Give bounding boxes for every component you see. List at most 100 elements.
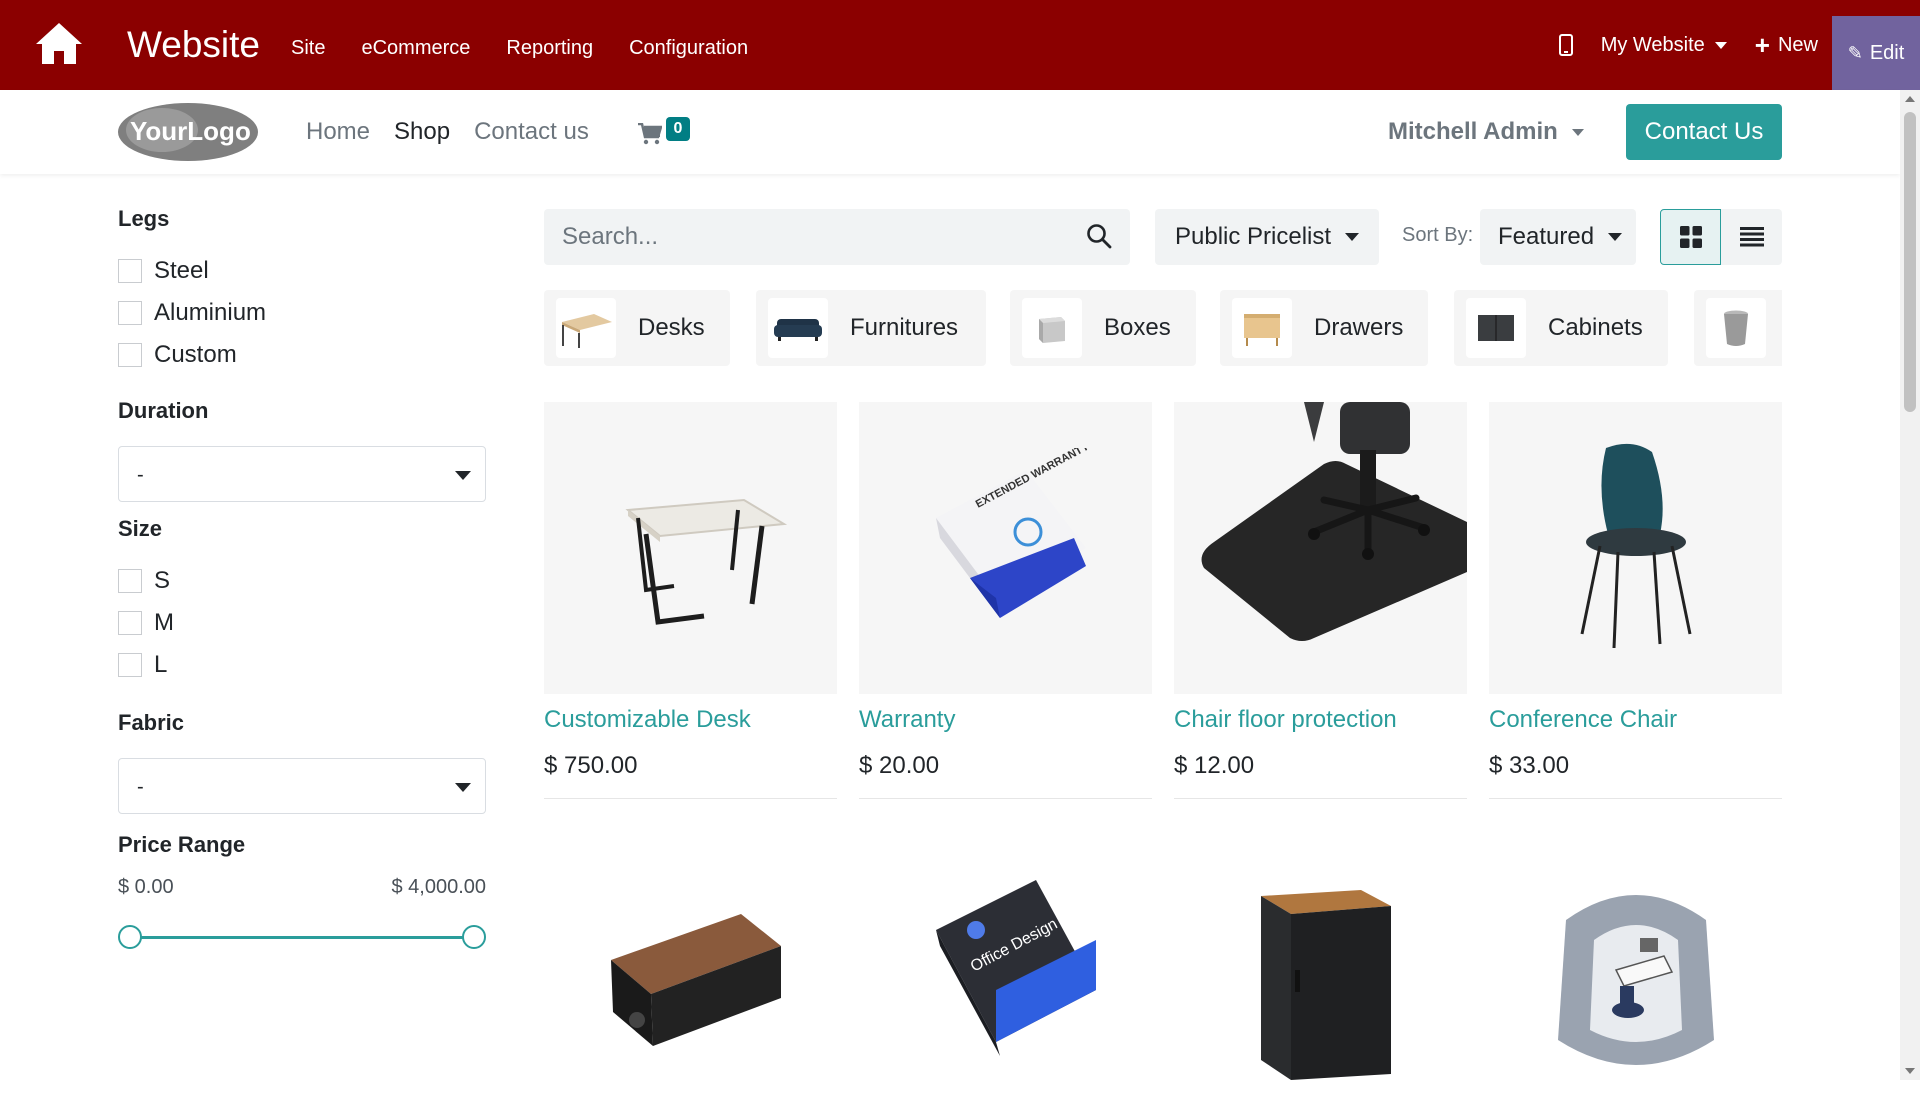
category-thumbnail [1022, 298, 1082, 358]
category-thumbnail [556, 298, 616, 358]
product-card[interactable]: Office Design 7 [859, 824, 1152, 1116]
fabric-select[interactable]: - [118, 758, 486, 814]
category-boxes[interactable]: Boxes [1010, 290, 1196, 366]
filter-option-steel[interactable]: Steel [118, 250, 486, 292]
list-view-button[interactable] [1721, 209, 1782, 265]
cabinet-thumb-icon [1478, 315, 1514, 341]
scroll-down-icon[interactable] [1905, 1068, 1915, 1074]
product-image[interactable] [544, 402, 837, 694]
edit-label: Edit [1869, 41, 1905, 64]
product-name[interactable]: Chair floor protection [1174, 706, 1467, 734]
search-icon[interactable] [1086, 223, 1112, 249]
category-desks[interactable]: Desks [544, 290, 730, 366]
category-tabs: Desks Furnitures Boxes Drawers Cabinets [544, 290, 1782, 370]
product-image[interactable] [1489, 824, 1782, 1116]
slider-handle-max[interactable] [462, 925, 486, 949]
chair-mat-image [1201, 402, 1467, 641]
sort-by-value: Featured [1498, 223, 1595, 250]
site-nav: Home Shop Contact us [306, 118, 589, 146]
filter-option-label: Steel [154, 257, 209, 284]
category-furnitures[interactable]: Furnitures [756, 290, 986, 366]
menu-site[interactable]: Site [291, 37, 325, 60]
filter-option-m[interactable]: M [118, 602, 486, 644]
filter-option-s[interactable]: S [118, 560, 486, 602]
scrollbar-thumb[interactable] [1904, 112, 1916, 412]
search-input[interactable]: Search... [562, 223, 658, 251]
chevron-down-icon [1345, 233, 1360, 241]
product-name[interactable]: Customizable Desk [544, 706, 837, 734]
top-menu: Site eCommerce Reporting Configuration [291, 37, 748, 60]
product-image[interactable] [1174, 402, 1467, 694]
category-thumbnail [1466, 298, 1526, 358]
product-card[interactable]: Conference Chair $ 33.00 [1489, 402, 1782, 799]
contact-us-button[interactable]: Contact Us [1626, 104, 1782, 160]
menu-reporting[interactable]: Reporting [506, 37, 593, 60]
product-name[interactable]: Conference Chair [1489, 706, 1782, 734]
product-card[interactable]: Chair floor protection $ 12.00 [1174, 402, 1467, 799]
menu-configuration[interactable]: Configuration [629, 37, 748, 60]
slider-handle-min[interactable] [118, 925, 142, 949]
menu-ecommerce[interactable]: eCommerce [361, 37, 470, 60]
bin-thumb-icon [1724, 310, 1748, 346]
filter-option-l[interactable]: L [118, 644, 486, 686]
product-image[interactable] [1489, 402, 1782, 694]
top-right-actions: My Website + New ✎ Edit [1558, 0, 1920, 90]
user-menu[interactable]: Mitchell Admin [1388, 118, 1584, 146]
checkbox[interactable] [118, 611, 142, 635]
price-range-slider[interactable] [118, 917, 486, 957]
conference-chair-image [1580, 443, 1691, 649]
product-price: $ 33.00 [1489, 752, 1570, 779]
my-website-dropdown[interactable]: My Website [1601, 34, 1727, 57]
filter-title-legs: Legs [118, 206, 170, 231]
grid-view-button[interactable] [1660, 209, 1721, 265]
product-card[interactable] [544, 824, 837, 1116]
scroll-up-icon[interactable] [1905, 96, 1915, 102]
category-cabinets[interactable]: Cabinets [1454, 290, 1668, 366]
new-button[interactable]: + New [1755, 32, 1818, 58]
sort-by-dropdown[interactable]: Featured [1480, 209, 1636, 265]
pricelist-dropdown[interactable]: Public Pricelist [1155, 209, 1379, 265]
cart-count-badge: 0 [666, 117, 690, 141]
category-more[interactable] [1694, 290, 1782, 366]
my-website-label: My Website [1600, 33, 1705, 56]
logo[interactable]: YourLogo [116, 100, 260, 164]
product-card[interactable] [1489, 824, 1782, 1116]
checkbox[interactable] [118, 301, 142, 325]
category-thumbnail [1232, 298, 1292, 358]
page-scrollbar[interactable] [1900, 90, 1920, 1080]
checkbox[interactable] [118, 569, 142, 593]
product-name[interactable]: Warranty [859, 706, 1152, 734]
box-thumb-icon [1039, 317, 1065, 343]
edit-button[interactable]: ✎ Edit [1832, 16, 1920, 90]
filter-option-aluminium[interactable]: Aluminium [118, 292, 486, 334]
divider [859, 798, 1152, 799]
product-image[interactable] [544, 824, 837, 1116]
desk-thumb-icon [562, 314, 612, 348]
app-title[interactable]: Website [127, 24, 260, 66]
mobile-preview-icon[interactable] [1558, 34, 1573, 56]
product-card[interactable] [1174, 824, 1467, 1116]
list-icon [1739, 227, 1764, 247]
product-image[interactable] [1174, 824, 1467, 1116]
category-label: Cabinets [1548, 314, 1643, 341]
nav-contact-us[interactable]: Contact us [474, 118, 589, 146]
duration-select-value: - [137, 464, 144, 486]
product-image[interactable]: Office Design 7 [859, 824, 1152, 1116]
checkbox[interactable] [118, 259, 142, 283]
chevron-down-icon [1608, 233, 1623, 241]
filter-option-custom[interactable]: Custom [118, 334, 486, 376]
home-icon[interactable] [34, 20, 84, 66]
category-drawers[interactable]: Drawers [1220, 290, 1428, 366]
product-image[interactable]: EXTENDED WARRANTY [859, 402, 1152, 694]
product-card[interactable]: EXTENDED WARRANTY Warranty $ 20.00 [859, 402, 1152, 799]
checkbox[interactable] [118, 653, 142, 677]
checkbox[interactable] [118, 343, 142, 367]
duration-select[interactable]: - [118, 446, 486, 502]
nav-home[interactable]: Home [306, 118, 370, 146]
filter-title-fabric: Fabric [118, 710, 185, 735]
nav-shop[interactable]: Shop [394, 118, 450, 146]
product-card[interactable]: Customizable Desk $ 750.00 [544, 402, 837, 799]
divider [544, 798, 837, 799]
search-box[interactable]: Search... [544, 209, 1130, 265]
category-label: Furnitures [850, 314, 959, 341]
